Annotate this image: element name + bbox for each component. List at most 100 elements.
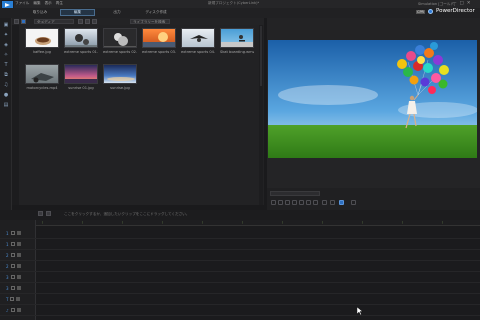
media-thumb-motorcycles[interactable] <box>25 64 59 84</box>
media-thumb-kaffee[interactable] <box>25 28 59 48</box>
lock-icon[interactable] <box>16 242 21 246</box>
lock-icon[interactable] <box>16 275 21 279</box>
audio-track-icon <box>10 242 15 246</box>
audio-track-icon <box>10 264 15 268</box>
lock-icon[interactable] <box>16 253 21 257</box>
tab-edit[interactable]: 編集 <box>60 9 95 16</box>
preview-balloon-image <box>268 40 477 158</box>
preview-window <box>268 40 477 158</box>
track-header: 1 <box>6 239 36 249</box>
snapshot-button[interactable] <box>306 200 311 205</box>
lock-icon[interactable] <box>16 286 21 290</box>
maximize-icon[interactable]: □ <box>460 0 464 7</box>
video-track-icon <box>10 275 15 279</box>
brand-name: PowerDirector <box>436 8 475 14</box>
track-row[interactable] <box>0 283 480 294</box>
media-label: sunrise 01.jpg <box>68 86 94 90</box>
track-row[interactable] <box>0 228 480 239</box>
play-button[interactable] <box>271 200 276 205</box>
media-filter-select[interactable]: 全メディア <box>34 19 74 24</box>
import-icon[interactable] <box>14 19 19 24</box>
track-number: 1 <box>6 241 9 247</box>
room-toolbar: ▣ ✦ ◈ ✧ T ⧉ ♫ ● ▤ <box>0 18 12 210</box>
title-track-icon <box>10 297 15 301</box>
audio-room-icon[interactable]: ♫ <box>3 82 9 88</box>
track-header: ♪ <box>6 305 36 315</box>
timecode-display <box>270 191 320 196</box>
tab-produce[interactable]: 出力 <box>107 9 127 16</box>
track-row[interactable] <box>0 239 480 250</box>
next-frame-button[interactable] <box>292 200 297 205</box>
menu-bar: ファイル 編集 表示 再生 <box>15 1 63 5</box>
volume-button[interactable] <box>313 200 318 205</box>
track-row[interactable] <box>0 305 480 316</box>
prev-frame-button[interactable] <box>285 200 290 205</box>
display-options-button[interactable] <box>330 200 335 205</box>
lock-icon[interactable] <box>16 308 21 312</box>
track-header: 1 <box>6 228 36 238</box>
media-label: extreme sports 01.jpg <box>64 50 98 54</box>
transition-room-icon[interactable]: ⧉ <box>3 72 9 78</box>
library-view-icon[interactable] <box>21 19 26 24</box>
sort-icon[interactable] <box>92 19 97 24</box>
timeline-hint: ここをクリックするか、追加したいクリップをここにドラッグしてください。 <box>64 212 190 216</box>
media-thumb-sunrise-01[interactable] <box>64 64 98 84</box>
tab-capture[interactable]: 取り込み <box>29 9 51 16</box>
track-header: 3 <box>6 283 36 293</box>
stop-button[interactable] <box>278 200 283 205</box>
media-thumb-extreme-04[interactable] <box>181 28 215 48</box>
library-search-input[interactable]: ライブラリーを検索 <box>130 19 170 24</box>
menu-edit[interactable]: 編集 <box>33 1 40 5</box>
preview-header <box>267 18 480 40</box>
timeline-ruler[interactable]: | | | | | | | | | | | <box>36 220 480 226</box>
lock-icon[interactable] <box>16 231 21 235</box>
preview-quality-button[interactable] <box>322 200 327 205</box>
user-status: Simulation [ゴールド] <box>418 2 456 6</box>
track-row[interactable] <box>0 272 480 283</box>
chapter-room-icon[interactable]: ▤ <box>3 102 9 108</box>
audio-track-icon <box>10 286 15 290</box>
lock-icon[interactable] <box>16 264 21 268</box>
media-label: extreme sports 03.jpg <box>142 50 176 54</box>
media-thumb-extreme-01[interactable] <box>64 28 98 48</box>
brand: CPR PowerDirector <box>416 8 475 15</box>
tab-disc[interactable]: ディスク作成 <box>143 9 169 16</box>
track-number: 3 <box>6 285 9 291</box>
track-header: 3 <box>6 272 36 282</box>
title-room-icon[interactable]: T <box>3 62 9 68</box>
fx-room-icon[interactable]: ✦ <box>3 32 9 38</box>
video-track-icon <box>10 253 15 257</box>
menu-play[interactable]: 再生 <box>56 1 63 5</box>
track-row[interactable] <box>0 294 480 305</box>
media-thumb-skate[interactable] <box>220 28 254 48</box>
media-label: sunrise.jpg <box>110 86 130 90</box>
media-thumb-sunrise[interactable] <box>103 64 137 84</box>
fullscreen-button[interactable] <box>339 200 344 205</box>
pip-room-icon[interactable]: ◈ <box>3 42 9 48</box>
particle-room-icon[interactable]: ✧ <box>3 52 9 58</box>
track-number: 2 <box>6 263 9 269</box>
video-track-icon <box>10 231 15 235</box>
close-icon[interactable]: ✕ <box>467 0 471 7</box>
media-room-icon[interactable]: ▣ <box>3 22 9 28</box>
voice-room-icon[interactable]: ● <box>3 92 9 98</box>
brand-logo-icon <box>428 9 433 14</box>
grid-view-icon[interactable] <box>78 19 83 24</box>
library-scroll-thumb[interactable] <box>260 26 262 86</box>
lock-icon[interactable] <box>16 297 21 301</box>
media-thumb-extreme-02[interactable] <box>103 28 137 48</box>
fast-forward-button[interactable] <box>299 200 304 205</box>
media-thumb-extreme-03[interactable] <box>142 28 176 48</box>
storyboard-view-icon[interactable] <box>38 211 43 216</box>
undock-button[interactable] <box>351 200 356 205</box>
list-view-icon[interactable] <box>85 19 90 24</box>
track-row[interactable] <box>0 250 480 261</box>
timeline-view-icon[interactable] <box>46 211 51 216</box>
track-row[interactable] <box>0 261 480 272</box>
track-number: 1 <box>6 230 9 236</box>
track-number: 3 <box>6 274 9 280</box>
menu-view[interactable]: 表示 <box>45 1 52 5</box>
menu-file[interactable]: ファイル <box>15 1 29 5</box>
music-track-icon <box>10 308 15 312</box>
media-label: extreme sports 02.jpg <box>103 50 137 54</box>
